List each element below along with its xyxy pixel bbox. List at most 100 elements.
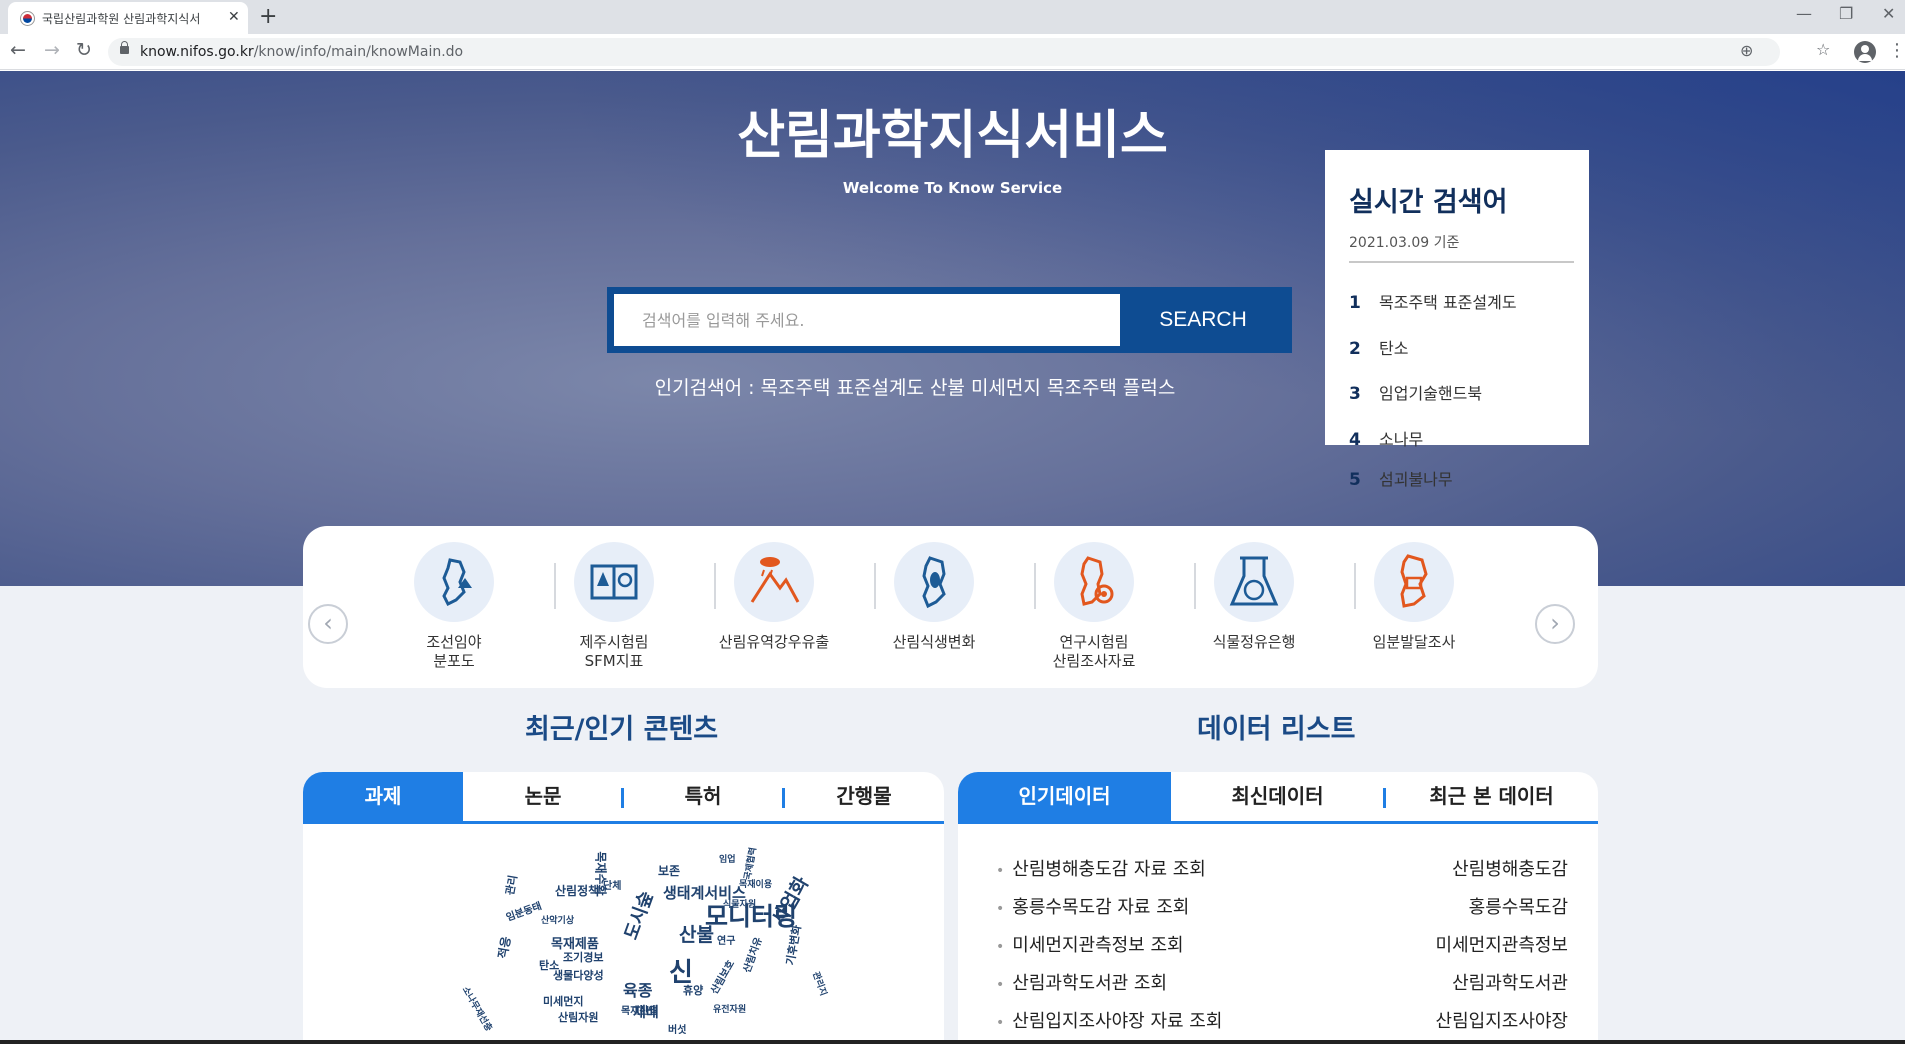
rain-mountain-icon [734,542,814,622]
lock-icon[interactable] [120,41,129,54]
cloud-word[interactable]: 미세먼지 [543,993,583,1009]
cloud-word[interactable]: 도시숲 [617,887,658,943]
cloud-word[interactable]: 산림보호 [706,957,737,996]
quick-link-label: 산림유역강우유출 [718,633,830,651]
close-window-icon[interactable]: ✕ [1882,4,1895,23]
cloud-word[interactable]: 산악기상 [541,913,574,926]
cloud-word[interactable]: 육종 [623,977,652,1001]
bullet-icon: • [996,901,1005,917]
bullet-icon: • [996,939,1005,955]
realtime-date: 2021.03.09 기준 [1349,235,1460,251]
forward-icon[interactable]: → [44,39,60,61]
taskbar-edge [0,1040,1905,1044]
close-tab-icon[interactable]: ✕ [228,9,240,25]
minimize-icon[interactable]: — [1796,4,1812,23]
cloud-word[interactable]: 연구 [717,932,735,947]
korea-map-leaf-icon [894,542,974,622]
quick-link-label: 산림식생변화 [892,633,976,651]
cloud-word[interactable]: 버섯 [668,1021,686,1036]
realtime-item[interactable]: 1 목조주택 표준설계도 [1349,289,1517,313]
divider [1349,261,1574,263]
korea-map-search-icon [1054,542,1134,622]
cloud-word[interactable]: 단체 [603,877,621,892]
carousel-prev-icon[interactable]: ‹ [308,604,348,644]
cloud-word[interactable]: 관리지 [810,970,831,998]
site-title: 산림과학지식서비스 [737,106,1168,166]
data-list-item[interactable]: • 산림병해충도감 자료 조회 산림병해충도감 [996,855,1568,881]
bullet-icon: • [996,863,1005,879]
data-section-title: 데이터 리스트 [1197,714,1356,745]
cloud-word[interactable]: 생물다양성 [553,967,604,983]
tab-project[interactable]: 과제 [303,772,463,821]
cloud-word[interactable]: 소나무재선충 [460,984,496,1033]
quick-link-item[interactable]: 제주시험림 SFM지표 [534,542,694,671]
profile-avatar-icon[interactable] [1854,41,1876,63]
realtime-title: 실시간 검색어 [1349,187,1508,218]
search-input[interactable] [614,294,1120,346]
browser-tab-bar: 국립산림과학원 산림과학지식서 ✕ + — ❐ ✕ [0,0,1905,34]
quick-link-item[interactable]: 식물정유은행 [1174,542,1334,652]
page-content: 산림과학지식서비스 Welcome To Know Service SEARCH… [0,71,1905,1040]
cloud-word[interactable]: 산림치유 [738,935,765,974]
zoom-icon[interactable]: ⊕ [1740,41,1753,60]
cloud-word[interactable]: 적응 [494,935,515,960]
tab-popular-data[interactable]: 인기데이터 [958,772,1171,821]
realtime-item[interactable]: 4 소나무 [1349,426,1423,450]
tab-recent-viewed-data[interactable]: 최근 본 데이터 [1385,772,1598,821]
quick-link-label: 제주시험림 SFM지표 [579,633,649,670]
cloud-word[interactable]: 관리 [501,874,520,897]
bullet-icon: • [996,1015,1005,1031]
browser-tab[interactable]: 국립산림과학원 산림과학지식서 ✕ [8,2,248,34]
new-tab-icon[interactable]: + [259,4,277,29]
data-list-item[interactable]: • 산림입지조사야장 자료 조회 산림입지조사야장 [996,1007,1568,1033]
bullet-icon: • [996,977,1005,993]
search-button[interactable]: SEARCH [1120,294,1286,346]
cloud-word[interactable]: 산림자원 [558,1009,598,1025]
content-panel: 과제 논문 특허 간행물 모니터링 산불 신 목재제품 산림정책 도시숲 생물다… [303,772,944,1040]
quick-link-item[interactable]: 조선임야 분포도 [374,542,534,671]
address-bar[interactable]: know.nifos.go.kr/know/info/main/knowMain… [108,38,1830,66]
browser-menu-icon[interactable]: ⋮ [1888,40,1905,61]
restore-icon[interactable]: ❐ [1839,4,1853,23]
data-list-item[interactable]: • 홍릉수목도감 자료 조회 홍릉수목도감 [996,893,1568,919]
quick-link-label: 임분발달조사 [1372,633,1456,651]
data-list-item[interactable]: • 산림과학도서관 조회 산림과학도서관 [996,969,1568,995]
realtime-item[interactable]: 2 탄소 [1349,335,1408,359]
cloud-word[interactable]: 보존 [658,862,680,879]
data-list-item[interactable]: • 미세먼지관측정보 조회 미세먼지관측정보 [996,931,1568,957]
carousel-next-icon[interactable]: › [1535,604,1575,644]
browser-toolbar: ← → ↻ know.nifos.go.kr/know/info/main/kn… [0,34,1905,70]
cloud-word[interactable]: 식물자원 [723,897,756,910]
quick-link-item[interactable]: 산림유역강우유출 [694,542,854,652]
search-box: SEARCH [607,287,1292,353]
tab-paper[interactable]: 논문 [463,772,623,821]
cloud-word[interactable]: 조기경보 [563,949,603,965]
bookmark-star-icon[interactable]: ☆ [1816,40,1830,59]
cloud-word[interactable]: 국제협력 [740,846,759,881]
hero-banner: 산림과학지식서비스 Welcome To Know Service SEARCH… [0,71,1905,586]
cloud-word[interactable]: 목재이용 [739,877,772,890]
tab-latest-data[interactable]: 최신데이터 [1171,772,1384,821]
tab-patent[interactable]: 특허 [623,772,783,821]
back-icon[interactable]: ← [10,39,26,61]
content-section-title: 최근/인기 콘텐츠 [525,714,719,745]
cloud-word[interactable]: 임업 [719,852,736,865]
quick-link-item[interactable]: 연구시험림 산림조사자료 [1014,542,1174,671]
realtime-item[interactable]: 5 섬괴불나무 [1349,466,1453,490]
cloud-word[interactable]: 임분동태 [504,897,543,924]
cloud-word[interactable]: 휴양 [683,982,703,998]
cloud-word[interactable]: 유전자원 [713,1002,746,1015]
quick-link-item[interactable]: 산림식생변화 [854,542,1014,652]
taegeuk-favicon-icon [20,11,35,26]
korea-map-forest-icon [414,542,494,622]
tab-title: 국립산림과학원 산림과학지식서 [42,12,201,26]
cloud-word[interactable]: 목재산업 [621,1002,658,1017]
realtime-search-panel: 실시간 검색어 2021.03.09 기준 1 목조주택 표준설계도 2 탄소 3임… [1325,150,1589,450]
reload-icon[interactable]: ↻ [76,39,92,61]
quick-link-item[interactable]: 임분발달조사 [1334,542,1494,652]
realtime-item[interactable]: 3 임업기술핸드북 [1349,380,1482,404]
cloud-word[interactable]: 탄소 [539,957,559,973]
cloud-word[interactable]: 산불 [679,920,714,947]
korea-map-chart-icon [1374,542,1454,622]
tab-publication[interactable]: 간행물 [784,772,944,821]
